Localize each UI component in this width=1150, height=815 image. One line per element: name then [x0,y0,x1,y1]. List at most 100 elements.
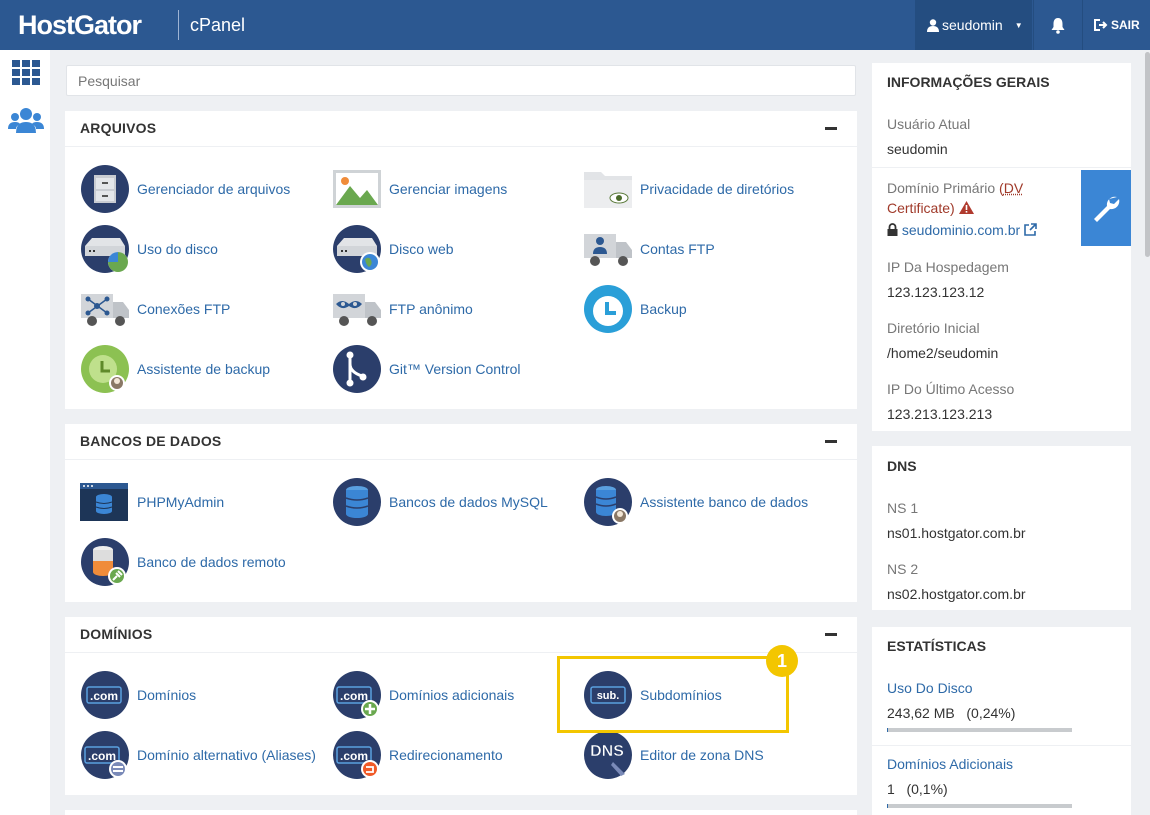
dotcom-icon-text: .com [340,689,368,703]
next-section-panel [65,810,857,815]
top-bar: HostGator cPanel seudomin ▼ SAIR [0,0,1150,50]
addon-domains-bar [887,804,1072,808]
ftp-connections-item[interactable]: Conexões FTP [80,284,230,334]
dv-certificate-link[interactable]: DV [1004,180,1023,196]
panel-title: ESTATÍSTICAS [887,638,987,654]
aliases-item[interactable]: .com Domínio alternativo (Aliases) [80,730,316,780]
item-label: Domínios adicionais [389,687,515,703]
section-title: DOMÍNIOS [80,626,153,642]
disk-usage-icon [81,225,129,273]
dns-panel: DNS NS 1 ns01.hostgator.com.br NS 2 ns02… [872,446,1131,610]
ftp-truck-user-icon [584,234,632,266]
ns1-value: ns01.hostgator.com.br [887,525,1026,541]
panel-title: INFORMAÇÕES GERAIS [887,74,1050,90]
brand-logo[interactable]: HostGator [18,8,142,42]
item-label: PHPMyAdmin [137,494,225,510]
private-folder-icon [584,172,632,208]
apps-grid-button[interactable] [10,58,42,88]
item-label: Assistente banco de dados [640,494,809,510]
database-icon [333,478,381,526]
item-label: Git™ Version Control [389,361,521,377]
item-label: Backup [640,301,687,317]
dotcom-icon-text: .com [88,749,116,763]
grid-icon [12,60,40,85]
section-header[interactable]: BANCOS DE DADOS [65,424,857,460]
redirects-item[interactable]: .com Redirecionamento [332,730,503,780]
dns-icon-text: DNS [590,743,624,760]
section-header[interactable]: DOMÍNIOS [65,617,857,653]
directory-privacy-item[interactable]: Privacidade de diretórios [583,164,794,214]
section-arquivos: ARQUIVOS Gerenciador de arquivos Gerenci… [65,111,857,409]
item-label: Privacidade de diretórios [640,181,795,197]
git-version-control-item[interactable]: Git™ Version Control [332,344,521,394]
phpmyadmin-item[interactable]: PHPMyAdmin [80,477,224,527]
scrollbar-thumb[interactable] [1145,52,1150,257]
disk-usage-link[interactable]: Uso Do Disco [887,680,973,696]
git-branch-icon [333,345,381,393]
home-dir-label: Diretório Inicial [887,320,980,336]
addon-domains-percent: (0,1%) [906,781,948,797]
item-label: Redirecionamento [389,747,503,763]
tools-button[interactable] [1081,170,1131,246]
dotcom-icon: .com [81,671,129,719]
anonymous-ftp-item[interactable]: FTP anônimo [332,284,473,334]
logo-divider [178,10,179,40]
hosting-ip-label: IP Da Hospedagem [887,259,1009,275]
disk-usage-item[interactable]: Uso do disco [80,224,218,274]
web-disk-icon [333,225,381,273]
logout-icon [1094,19,1108,31]
current-user-label: Usuário Atual [887,116,971,132]
last-ip-label: IP Do Último Acesso [887,381,1015,397]
item-label: Conexões FTP [137,301,231,317]
left-rail [0,50,50,815]
domains-item[interactable]: .com Domínios [80,670,196,720]
dotcom-icon-text: .com [90,689,118,703]
remote-database-item[interactable]: Banco de dados remoto [80,537,286,587]
warning-icon [958,201,974,214]
file-manager-item[interactable]: Gerenciador de arquivos [80,164,290,214]
user-menu-button[interactable]: seudomin ▼ [915,0,1032,50]
divider [872,745,1131,746]
username-label: seudomin [942,17,1003,33]
image-manager-item[interactable]: Gerenciar imagens [332,164,507,214]
collapse-icon[interactable] [825,127,837,130]
web-disk-item[interactable]: Disco web [332,224,454,274]
addon-domains-link[interactable]: Domínios Adicionais [887,756,1013,772]
primary-domain-label-text: Domínio Primário [887,180,996,196]
ftp-truck-network-icon [81,294,129,326]
ftp-accounts-item[interactable]: Contas FTP [583,224,715,274]
primary-domain-row: seudominio.com.br [887,222,1037,238]
dotcom-alias-icon: .com [81,731,129,779]
section-title: ARQUIVOS [80,120,157,136]
backup-wizard-item[interactable]: Assistente de backup [80,344,270,394]
addon-domains-item[interactable]: .com Domínios adicionais [332,670,514,720]
chevron-down-icon: ▼ [1014,20,1023,30]
logout-button[interactable]: SAIR [1082,0,1150,50]
primary-domain-link[interactable]: seudominio.com.br [902,222,1020,238]
disk-usage-value: 243,62 MB (0,24%) [887,705,1015,721]
item-label: Domínios [137,687,197,703]
ns2-label: NS 2 [887,561,919,577]
ns2-value: ns02.hostgator.com.br [887,586,1026,602]
product-name: cPanel [190,15,246,35]
database-wizard-item[interactable]: Assistente banco de dados [583,477,808,527]
dotcom-icon-text: .com [340,749,368,763]
search-input[interactable] [66,65,856,96]
section-header[interactable]: ARQUIVOS [65,111,857,147]
mysql-databases-item[interactable]: Bancos de dados MySQL [332,477,548,527]
dns-zone-editor-item[interactable]: DNS Editor de zona DNS [583,730,764,780]
collapse-icon[interactable] [825,633,837,636]
item-label: Banco de dados remoto [137,554,286,570]
home-dir-value: /home2/seudomin [887,345,999,361]
file-cabinet-icon [81,165,129,213]
item-label: Assistente de backup [137,361,271,377]
ns1-label: NS 1 [887,500,919,516]
collapse-icon[interactable] [825,440,837,443]
users-button[interactable] [8,106,44,136]
lock-icon [887,223,898,236]
external-link-icon[interactable] [1024,223,1037,236]
backup-item[interactable]: Backup [583,284,687,334]
notifications-button[interactable] [1033,0,1081,50]
item-label: FTP anônimo [389,301,473,317]
section-title: BANCOS DE DADOS [80,433,222,449]
